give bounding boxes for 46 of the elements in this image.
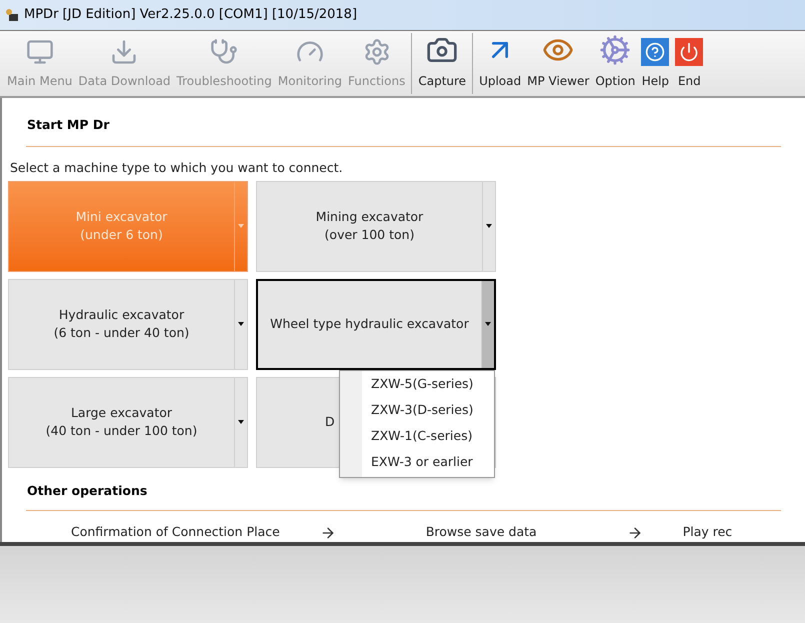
caret-icon: [238, 420, 244, 424]
machine-type-button[interactable]: Hydraulic excavator (6 ton - under 40 ton): [8, 278, 248, 370]
help-icon: [641, 38, 670, 66]
toolbar-button[interactable]: Option: [592, 31, 638, 96]
power-icon: [675, 38, 704, 66]
gear-icon: [599, 34, 632, 66]
machine-type-label: Wheel type hydraulic excavator: [270, 315, 469, 333]
menu-item[interactable]: EXW-3 or earlier: [362, 450, 482, 476]
operation-link[interactable]: Browse save data: [426, 523, 537, 542]
section-title: Start MP Dr: [26, 116, 110, 134]
machine-type-label: (under 6 ton): [80, 226, 163, 244]
window-title: MPDr [JD Edition] Ver2.25.0.0 [COM1] [10/15/2018]: [24, 6, 358, 24]
arrow-right-icon: [626, 524, 643, 541]
monitor-icon: [26, 38, 54, 66]
machine-type-label: Mini excavator: [76, 208, 168, 226]
machine-type-label: (6 ton - under 40 ton): [54, 324, 190, 342]
operation-link[interactable]: Play rec: [682, 523, 732, 542]
caret-icon: [486, 224, 492, 228]
machine-type-label: Hydraulic excavator: [58, 306, 184, 324]
arrow-right-icon: [320, 524, 336, 541]
menu-item[interactable]: ZXW-3(D-series): [362, 398, 482, 424]
gear-icon: [362, 38, 391, 66]
stethoscope-icon: [210, 38, 238, 66]
machine-type-label: Mining excavator: [316, 208, 424, 226]
operation-link[interactable]: Confirmation of Connection Place: [71, 523, 280, 542]
machine-type-label: D: [325, 413, 335, 431]
toolbar-button[interactable]: Help: [638, 31, 672, 96]
machine-type-label: Large excavator: [70, 404, 172, 422]
section-title: Other operations: [26, 482, 148, 500]
toolbar-button[interactable]: MP Viewer: [524, 31, 592, 96]
menu-item[interactable]: ZXW-5(G-series): [362, 372, 482, 398]
machine-type-button[interactable]: Wheel type hydraulic excavator: [256, 278, 496, 370]
machine-type-button[interactable]: Large excavator (40 ton - under 100 ton): [8, 376, 248, 468]
download-icon: [110, 38, 138, 66]
menu-item[interactable]: ZXW-1(C-series): [362, 424, 482, 450]
machine-type-label: (over 100 ton): [324, 226, 414, 244]
toolbar-button[interactable]: Capture: [415, 31, 470, 96]
toolbar-button[interactable]: End: [672, 31, 706, 96]
caret-icon: [238, 322, 244, 326]
machine-type-button[interactable]: Mining excavator (over 100 ton): [256, 180, 496, 272]
toolbar-button[interactable]: Upload: [476, 31, 524, 96]
caret-icon: [238, 224, 244, 228]
machine-type-label: (40 ton - under 100 ton): [46, 422, 198, 440]
app-icon: [4, 7, 20, 23]
instruction-text: Select a machine type to which you want to connect.: [9, 158, 344, 177]
caret-icon: [485, 322, 491, 326]
